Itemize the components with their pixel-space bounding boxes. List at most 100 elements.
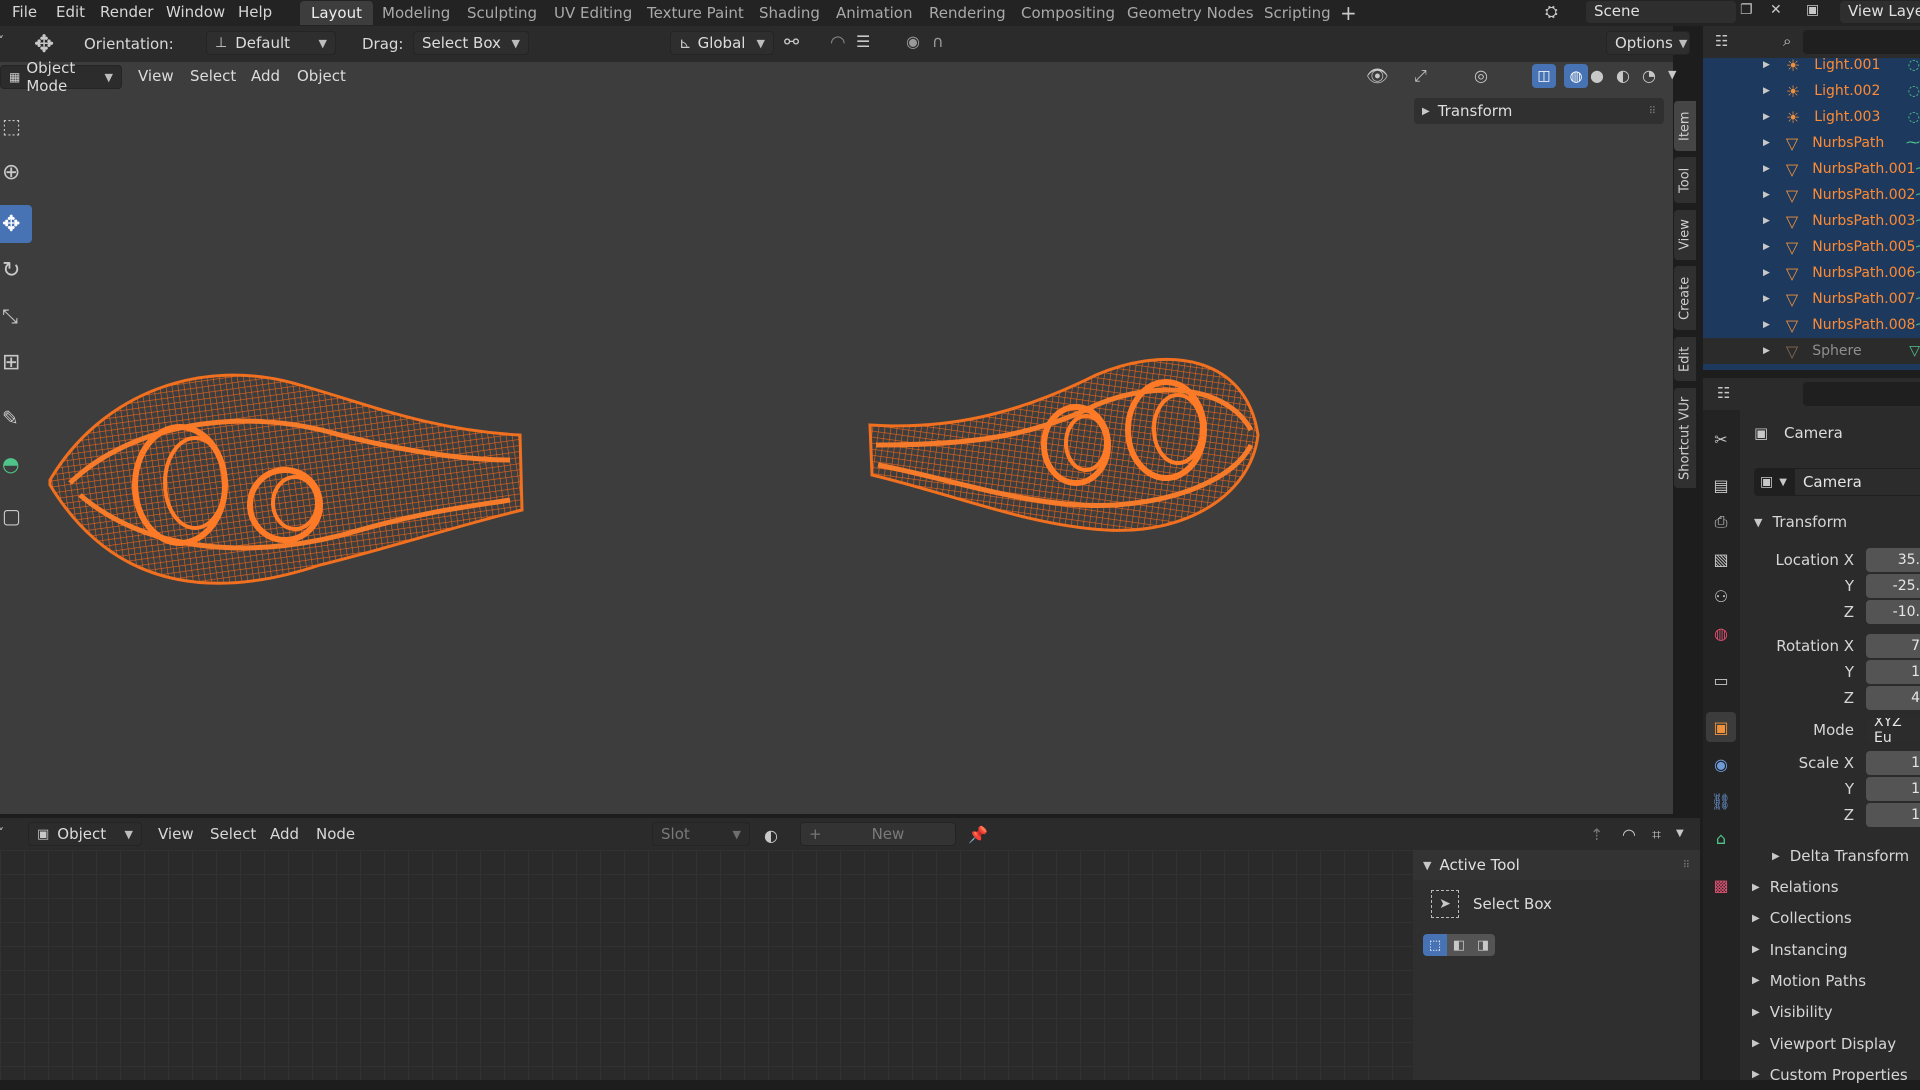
prop-tab-object[interactable]: ▣ bbox=[1706, 712, 1736, 742]
select-mode-extend-icon[interactable]: ◧ bbox=[1447, 934, 1471, 956]
outliner-row[interactable]: ▶ ☀ Light.003 ◌ bbox=[1703, 104, 1920, 130]
location-y-field[interactable]: -25. bbox=[1866, 574, 1920, 598]
data-icon[interactable]: ⁓ bbox=[1915, 213, 1920, 229]
object-mode-dropdown[interactable]: ▦ Object Mode ▼ bbox=[0, 59, 122, 95]
properties-editor-type-icon[interactable]: ☷ bbox=[1717, 384, 1730, 402]
tab-texture-paint[interactable]: Texture Paint bbox=[636, 1, 755, 25]
data-icon[interactable]: ◌ bbox=[1908, 83, 1920, 99]
wireframe-shading-icon[interactable]: ◍ bbox=[1564, 64, 1588, 88]
tool-measure[interactable]: ◓ bbox=[0, 445, 32, 483]
tab-animation[interactable]: Animation bbox=[825, 1, 923, 25]
tool-cursor[interactable]: ⊕ bbox=[0, 153, 32, 191]
drag-handle-icon[interactable]: ⠿ bbox=[1683, 860, 1690, 871]
visibility-eye-icon[interactable]: 👁 bbox=[1366, 66, 1389, 87]
tool-move[interactable]: ✥ bbox=[0, 205, 32, 243]
select-mode-subtract-icon[interactable]: ◨ bbox=[1471, 934, 1495, 956]
scale-x-field[interactable]: 1 bbox=[1866, 751, 1920, 775]
collapsed-panel-header[interactable]: ▶ Custom Properties bbox=[1740, 1060, 1920, 1090]
outliner-row[interactable]: ▶ ▽ NurbsPath.008⁓ bbox=[1703, 312, 1920, 338]
expand-triangle-icon[interactable]: ▶ bbox=[1763, 138, 1770, 148]
outliner-row[interactable]: ▶ ☀ Light.002 ◌ bbox=[1703, 78, 1920, 104]
collapsed-panel-header[interactable]: ▶ Motion Paths bbox=[1740, 966, 1920, 996]
tab-rendering[interactable]: Rendering bbox=[918, 1, 1017, 25]
outliner-row[interactable]: ▶ ▽ NurbsPath ⁓ bbox=[1703, 130, 1920, 156]
node-snap-target-icon[interactable]: ⌗ bbox=[1652, 825, 1661, 845]
tool-rotate[interactable]: ↻ bbox=[0, 251, 32, 289]
data-icon[interactable]: ⁓ bbox=[1915, 317, 1920, 333]
drag-dropdown[interactable]: Select Box ▼ bbox=[413, 31, 529, 55]
view-layer-field[interactable]: View Laye bbox=[1840, 1, 1920, 23]
expand-triangle-icon[interactable]: ▶ bbox=[1763, 320, 1770, 330]
options-dropdown[interactable]: Options ▼ bbox=[1606, 31, 1690, 55]
npanel-tab-shortcut[interactable]: Shortcut VUr bbox=[1674, 388, 1696, 488]
tool-add-cube[interactable]: ▢ bbox=[0, 497, 32, 535]
chevron-down-icon[interactable]: ▼ bbox=[1676, 828, 1684, 839]
proportional-edit-icon[interactable]: ◉ bbox=[906, 32, 920, 51]
prop-tab-world[interactable]: ◍ bbox=[1706, 618, 1736, 648]
outliner-display-mode-icon[interactable]: ⌕ bbox=[1783, 32, 1791, 50]
npanel-tab-create[interactable]: Create bbox=[1674, 266, 1696, 330]
pivot-point-icon[interactable]: ⚯ bbox=[784, 32, 799, 53]
outliner-row[interactable]: ▶ ▽ NurbsPath.006⁓ bbox=[1703, 260, 1920, 286]
node-menu-view[interactable]: View bbox=[158, 825, 194, 843]
expand-triangle-icon[interactable]: ▶ bbox=[1763, 190, 1770, 200]
wireframe-object-left[interactable] bbox=[40, 355, 530, 605]
solid-shading-icon[interactable]: ● bbox=[1590, 66, 1604, 85]
node-editor-canvas[interactable] bbox=[0, 850, 1413, 1080]
data-icon[interactable]: ⁓ bbox=[1906, 135, 1920, 151]
expand-triangle-icon[interactable]: ▶ bbox=[1763, 294, 1770, 304]
tab-uv-editing[interactable]: UV Editing bbox=[543, 1, 643, 25]
node-snap-icon[interactable]: ◠ bbox=[1622, 825, 1636, 844]
expand-triangle-icon[interactable]: ▶ bbox=[1763, 164, 1770, 174]
wireframe-object-right[interactable] bbox=[866, 345, 1266, 545]
prop-tab-collection[interactable]: ▭ bbox=[1706, 665, 1736, 695]
select-mode-new-icon[interactable]: ⬚ bbox=[1423, 934, 1447, 956]
rotation-x-field[interactable]: 7 bbox=[1866, 634, 1920, 658]
tab-geometry-nodes[interactable]: Geometry Nodes bbox=[1116, 1, 1265, 25]
prop-tab-render[interactable]: ▤ bbox=[1706, 470, 1736, 500]
data-icon[interactable]: ⁓ bbox=[1915, 187, 1920, 203]
material-sphere-icon[interactable]: ◐ bbox=[764, 826, 778, 845]
outliner-row[interactable]: ▶ ▽ Sphere ▽ bbox=[1703, 338, 1920, 364]
tool-annotate[interactable]: ✎ bbox=[0, 399, 32, 437]
npanel-tab-tool[interactable]: Tool bbox=[1674, 157, 1696, 203]
viewport-menu-view[interactable]: View bbox=[132, 65, 180, 87]
collapsed-panel-header[interactable]: ▶ Relations bbox=[1740, 872, 1920, 902]
mesh-data-icon[interactable]: ▽ bbox=[1909, 343, 1920, 359]
add-workspace-icon[interactable]: + bbox=[1340, 1, 1357, 25]
prop-tab-view-layer[interactable]: ▧ bbox=[1706, 544, 1736, 574]
prop-tab-modifiers[interactable]: ◉ bbox=[1706, 749, 1736, 779]
tool-select-box[interactable]: ⬚ bbox=[0, 107, 32, 145]
material-shading-icon[interactable]: ◐ bbox=[1616, 66, 1630, 85]
snap-icon[interactable]: ◠ bbox=[830, 32, 846, 53]
scale-y-field[interactable]: 1 bbox=[1866, 777, 1920, 801]
menu-render[interactable]: Render bbox=[100, 3, 153, 21]
data-icon[interactable]: ⁓ bbox=[1915, 265, 1920, 281]
expand-triangle-icon[interactable]: ▶ bbox=[1763, 216, 1770, 226]
menu-help[interactable]: Help bbox=[238, 3, 272, 21]
outliner-search-input[interactable] bbox=[1803, 30, 1920, 54]
node-menu-node[interactable]: Node bbox=[316, 825, 355, 843]
outliner-row[interactable]: ▶ ▽ NurbsPath.007⁓ bbox=[1703, 286, 1920, 312]
node-menu-add[interactable]: Add bbox=[270, 825, 299, 843]
tab-modeling[interactable]: Modeling bbox=[371, 1, 461, 25]
viewport-menu-add[interactable]: Add bbox=[245, 65, 286, 87]
npanel-tab-view[interactable]: View bbox=[1674, 210, 1696, 260]
viewport-menu-object[interactable]: Object bbox=[291, 65, 352, 87]
collapsed-panel-header[interactable]: ▶ Collections bbox=[1740, 903, 1920, 933]
tool-transform[interactable]: ⊞ bbox=[0, 343, 32, 381]
editor-type-chevron-icon[interactable]: ˅ bbox=[0, 34, 4, 48]
properties-search-input[interactable] bbox=[1803, 382, 1920, 406]
scale-z-field[interactable]: 1 bbox=[1866, 803, 1920, 827]
npanel-transform-header[interactable]: ▶ Transform ⠿ bbox=[1414, 98, 1664, 124]
data-icon[interactable]: ◌ bbox=[1908, 57, 1920, 73]
new-material-button[interactable]: + New bbox=[800, 822, 956, 846]
outliner-row[interactable]: ▶ ▽ NurbsPath.001⁓ bbox=[1703, 156, 1920, 182]
viewport-menu-select[interactable]: Select bbox=[184, 65, 242, 87]
collapsed-panel-header[interactable]: ▶ Instancing bbox=[1740, 935, 1920, 965]
tab-compositing[interactable]: Compositing bbox=[1010, 1, 1126, 25]
pin-icon[interactable]: 📌 bbox=[968, 825, 988, 844]
orientation-dropdown[interactable]: ⊥ Default ▼ bbox=[206, 31, 336, 55]
rotation-y-field[interactable]: 1 bbox=[1866, 660, 1920, 684]
npanel-tab-edit[interactable]: Edit bbox=[1674, 337, 1696, 381]
